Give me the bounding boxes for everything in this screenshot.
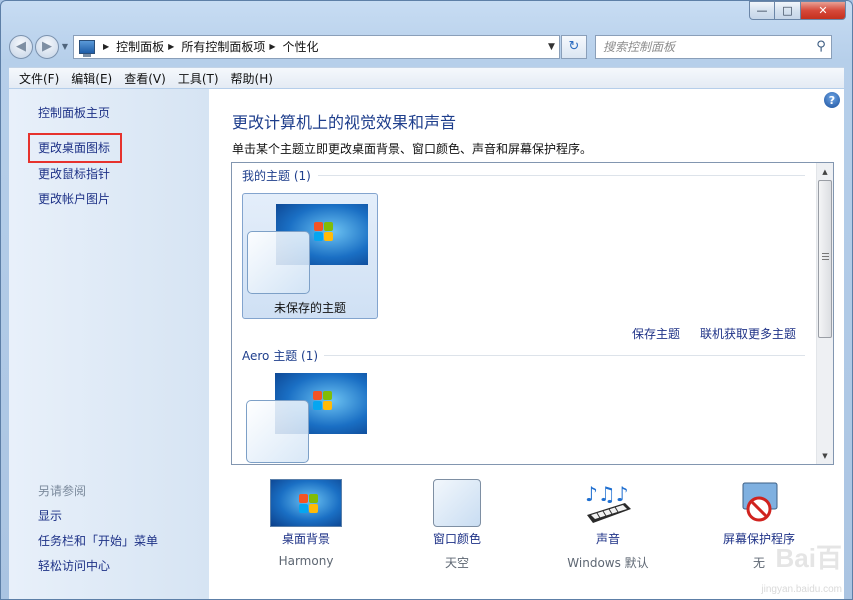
baidu-watermark-logo: Bai百 (775, 543, 842, 573)
baidu-watermark-url: jingyan.baidu.com (761, 584, 842, 595)
breadcrumb-personalization[interactable]: 个性化 (283, 38, 319, 55)
control-panel-icon (79, 39, 95, 57)
themes-list: 我的主题 (1) 未保存的主题 保存主题 联机获取更多主题 Aero 主题 (1… (231, 162, 834, 465)
menu-bar: 文件(F) 编辑(E) 查看(V) 工具(T) 帮助(H) (9, 67, 844, 88)
help-icon[interactable]: ? (824, 92, 840, 108)
desktop-background-item[interactable]: 桌面背景 Harmony (251, 479, 361, 568)
forward-button[interactable]: ▶ (35, 34, 59, 59)
back-arrow-icon: ◀ (16, 39, 26, 54)
change-desktop-icons-link[interactable]: 更改桌面图标 (38, 139, 110, 156)
themes-scrollbar[interactable]: ▲ ▼ (816, 163, 833, 464)
menu-view[interactable]: 查看(V) (118, 70, 172, 87)
screensaver-icon (737, 479, 781, 527)
display-link[interactable]: 显示 (38, 507, 62, 524)
search-box: ⚲ (595, 34, 832, 59)
breadcrumb-arrow-icon[interactable]: ▶ (269, 42, 275, 51)
windows-logo-icon (314, 222, 334, 242)
desktop-background-value: Harmony (278, 554, 334, 568)
change-account-picture-link[interactable]: 更改帐户图片 (38, 190, 110, 207)
content-area: 控制面板主页 更改桌面图标 更改鼠标指针 更改帐户图片 另请参阅 显示 任务栏和… (9, 89, 844, 599)
search-input[interactable] (603, 39, 811, 54)
breadcrumb-all-items[interactable]: 所有控制面板项 (181, 38, 265, 55)
window-color-item[interactable]: 窗口颜色 天空 (402, 479, 512, 571)
menu-edit[interactable]: 编辑(E) (65, 70, 118, 87)
page-title: 更改计算机上的视觉效果和声音 (232, 113, 457, 132)
window-color-label[interactable]: 窗口颜色 (402, 530, 512, 547)
see-also-title: 另请参阅 (38, 484, 87, 498)
forward-arrow-icon: ▶ (42, 39, 52, 54)
refresh-button[interactable]: ↻ (561, 34, 587, 59)
save-theme-link[interactable]: 保存主题 (632, 325, 680, 342)
get-more-themes-link[interactable]: 联机获取更多主题 (700, 325, 796, 342)
scroll-up-icon[interactable]: ▲ (817, 163, 833, 180)
menu-tools[interactable]: 工具(T) (172, 70, 225, 87)
theme-settings-bar: 桌面背景 Harmony 窗口颜色 天空 ♪♫♪ 声音 Windows 默认 屏… (209, 479, 844, 589)
navigation-bar: ◀ ▶ ▼ ▶ 控制面板 ▶ 所有控制面板项 ▶ 个性化 ▼ ↻ ⚲ (9, 33, 844, 60)
theme-name: 未保存的主题 (273, 301, 346, 315)
back-button[interactable]: ◀ (9, 34, 33, 59)
breadcrumb-control-panel[interactable]: 控制面板 (116, 38, 164, 55)
group-divider (318, 175, 805, 176)
breadcrumb-arrow-icon[interactable]: ▶ (168, 42, 174, 51)
address-dropdown-icon[interactable]: ▼ (543, 41, 559, 52)
windows-logo-icon (299, 494, 319, 514)
maximize-button[interactable]: □ (775, 1, 801, 20)
desktop-background-label[interactable]: 桌面背景 (251, 530, 361, 547)
theme-window-color-thumbnail (246, 400, 309, 463)
minimize-button[interactable]: — (749, 1, 775, 20)
chevron-down-icon: ▼ (61, 42, 69, 51)
refresh-icon: ↻ (568, 39, 580, 54)
theme-tile-aero[interactable] (242, 373, 378, 464)
sound-item[interactable]: ♪♫♪ 声音 Windows 默认 (553, 479, 663, 571)
change-mouse-pointer-link[interactable]: 更改鼠标指针 (38, 165, 110, 182)
svg-text:♪♫♪: ♪♫♪ (585, 482, 628, 506)
address-bar[interactable]: ▶ 控制面板 ▶ 所有控制面板项 ▶ 个性化 ▼ (73, 34, 560, 59)
taskbar-start-menu-link[interactable]: 任务栏和「开始」菜单 (38, 532, 158, 549)
scroll-thumb[interactable] (818, 180, 832, 338)
sound-label[interactable]: 声音 (553, 530, 663, 547)
window-color-icon (433, 479, 481, 527)
search-icon[interactable]: ⚲ (811, 39, 831, 54)
windows-logo-icon (313, 391, 333, 411)
menu-help[interactable]: 帮助(H) (225, 70, 279, 87)
breadcrumb-arrow-icon[interactable]: ▶ (103, 42, 109, 51)
aero-themes-group-label: Aero 主题 (1) (242, 349, 319, 363)
caption-buttons: — □ ✕ (749, 1, 846, 20)
theme-window-color-thumbnail (247, 231, 310, 294)
task-pane: 控制面板主页 更改桌面图标 更改鼠标指针 更改帐户图片 另请参阅 显示 任务栏和… (9, 89, 209, 599)
page-subtitle: 单击某个主题立即更改桌面背景、窗口颜色、声音和屏幕保护程序。 (232, 142, 593, 156)
window-color-value: 天空 (444, 556, 469, 570)
group-divider (324, 355, 805, 356)
scroll-down-icon[interactable]: ▼ (817, 447, 833, 464)
control-panel-window: — □ ✕ ◀ ▶ ▼ ▶ 控制面板 ▶ 所有控制面板项 ▶ 个性化 ▼ ↻ ⚲… (0, 0, 853, 600)
theme-tile-unsaved[interactable]: 未保存的主题 (242, 193, 378, 319)
control-panel-home-link[interactable]: 控制面板主页 (38, 104, 110, 121)
menu-file[interactable]: 文件(F) (13, 70, 65, 87)
sound-value: Windows 默认 (567, 556, 649, 570)
recent-pages-dropdown[interactable]: ▼ (59, 42, 71, 51)
desktop-background-icon (270, 479, 342, 527)
sound-icon: ♪♫♪ (583, 479, 633, 527)
ease-of-access-link[interactable]: 轻松访问中心 (38, 557, 110, 574)
close-button[interactable]: ✕ (801, 1, 846, 20)
my-themes-group-label: 我的主题 (1) (242, 169, 311, 183)
